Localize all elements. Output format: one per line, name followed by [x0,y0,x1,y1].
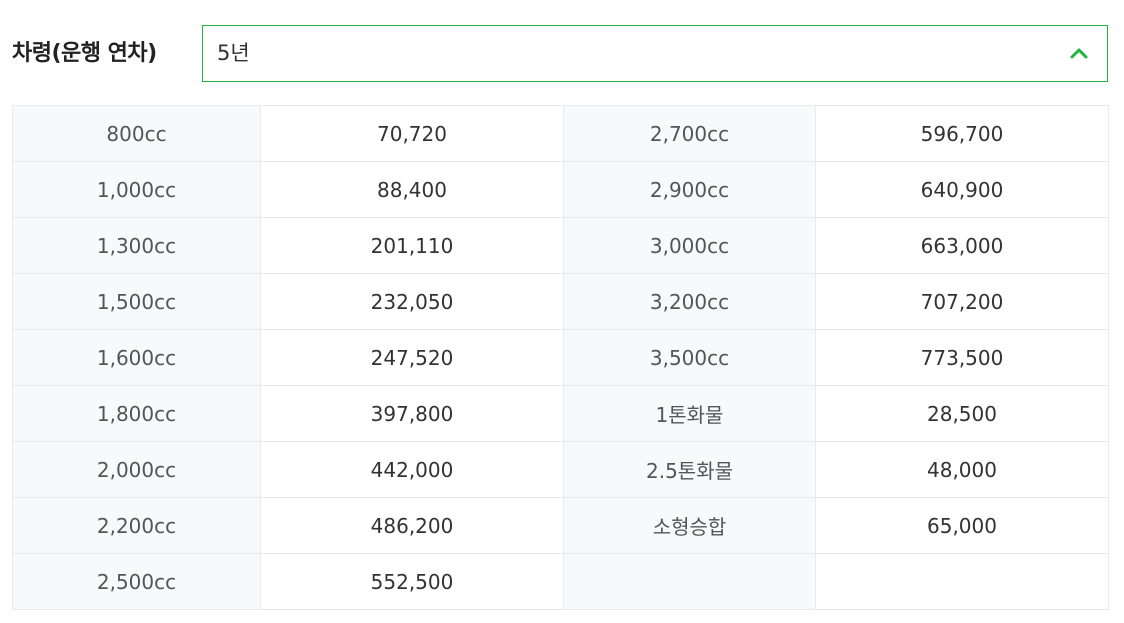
empty-cell [815,553,1109,610]
displacement-cell: 3,200cc [563,273,816,330]
vehicle-type-cell: 소형승합 [563,497,816,554]
displacement-cell: 1,300cc [12,217,261,274]
table-row: 2,000cc 442,000 2.5톤화물 48,000 [12,441,1109,498]
displacement-cell: 2,000cc [12,441,261,498]
displacement-cell: 2,900cc [563,161,816,218]
amount-cell: 486,200 [260,497,564,554]
displacement-cell: 2,500cc [12,553,261,610]
table-row: 1,600cc 247,520 3,500cc 773,500 [12,329,1109,386]
vehicle-age-select[interactable]: 5년 [202,25,1108,82]
amount-cell: 247,520 [260,329,564,386]
amount-cell: 773,500 [815,329,1109,386]
amount-cell: 707,200 [815,273,1109,330]
vehicle-type-cell: 2.5톤화물 [563,441,816,498]
vehicle-age-filter: 차령(운행 연차) 5년 [12,25,1108,82]
amount-cell: 596,700 [815,105,1109,162]
displacement-cell: 3,000cc [563,217,816,274]
tax-table-container: 800cc 70,720 2,700cc 596,700 1,000cc 88,… [12,105,1109,610]
displacement-cell: 800cc [12,105,261,162]
chevron-up-icon[interactable] [1069,43,1089,63]
amount-cell: 88,400 [260,161,564,218]
tax-table: 800cc 70,720 2,700cc 596,700 1,000cc 88,… [12,105,1109,610]
amount-cell: 48,000 [815,441,1109,498]
amount-cell: 663,000 [815,217,1109,274]
amount-cell: 28,500 [815,385,1109,442]
amount-cell: 397,800 [260,385,564,442]
table-row: 1,500cc 232,050 3,200cc 707,200 [12,273,1109,330]
table-row: 1,000cc 88,400 2,900cc 640,900 [12,161,1109,218]
selected-value: 5년 [217,41,250,65]
displacement-cell: 2,200cc [12,497,261,554]
table-row: 2,500cc 552,500 [12,553,1109,610]
displacement-cell: 1,000cc [12,161,261,218]
amount-cell: 442,000 [260,441,564,498]
displacement-cell: 1,600cc [12,329,261,386]
displacement-cell: 2,700cc [563,105,816,162]
empty-cell [563,553,816,610]
amount-cell: 640,900 [815,161,1109,218]
table-row: 1,800cc 397,800 1톤화물 28,500 [12,385,1109,442]
amount-cell: 201,110 [260,217,564,274]
amount-cell: 232,050 [260,273,564,330]
displacement-cell: 1,500cc [12,273,261,330]
displacement-cell: 1,800cc [12,385,261,442]
filter-label: 차령(운행 연차) [12,41,157,66]
amount-cell: 65,000 [815,497,1109,554]
table-row: 2,200cc 486,200 소형승합 65,000 [12,497,1109,554]
table-row: 1,300cc 201,110 3,000cc 663,000 [12,217,1109,274]
table-row: 800cc 70,720 2,700cc 596,700 [12,105,1109,162]
vehicle-type-cell: 1톤화물 [563,385,816,442]
amount-cell: 552,500 [260,553,564,610]
displacement-cell: 3,500cc [563,329,816,386]
amount-cell: 70,720 [260,105,564,162]
